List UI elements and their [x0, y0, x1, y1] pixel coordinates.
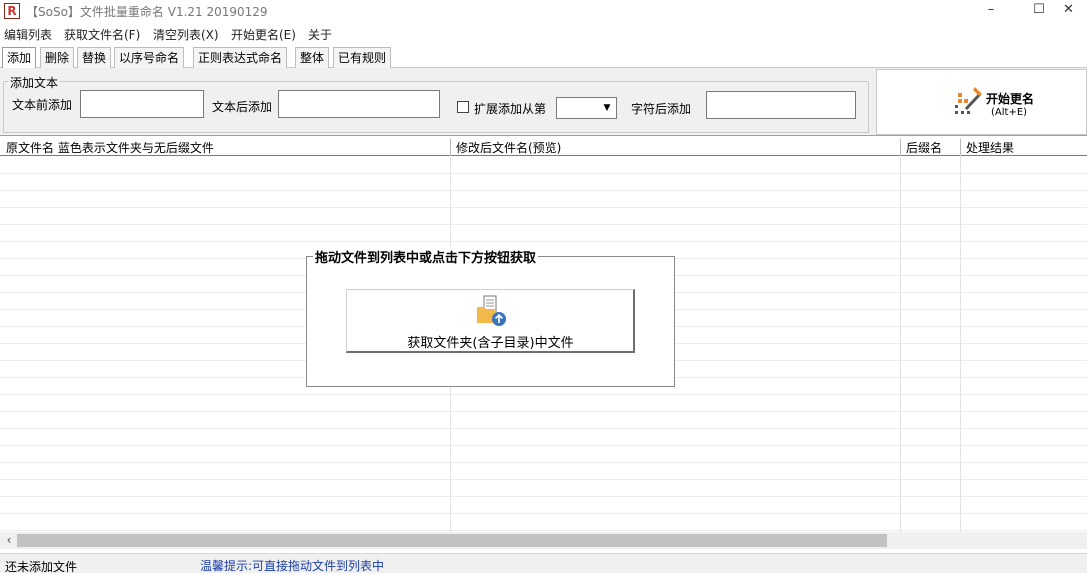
- tab-delete[interactable]: 删除: [40, 47, 75, 68]
- rename-tool-icon: [955, 87, 982, 114]
- rule-tabs: 添加 删除 替换 以序号命名 正则表达式命名 整体 已有规则: [0, 46, 1087, 69]
- start-rename-label: 开始更名: [986, 92, 1035, 106]
- expand-add-label: 扩展添加从第: [474, 102, 547, 116]
- menu-get-filenames[interactable]: 获取文件名(F): [64, 26, 140, 43]
- scroll-left-icon[interactable]: ‹: [2, 532, 16, 549]
- start-rename-shortcut: (Alt+E): [991, 107, 1028, 118]
- suffix-label: 文本后添加: [212, 100, 273, 114]
- app-logo-icon: R: [4, 3, 20, 19]
- prefix-label: 文本前添加: [12, 98, 73, 112]
- minimize-button[interactable]: –: [968, 0, 1014, 22]
- position-select[interactable]: ▼: [556, 97, 617, 119]
- window-title: 【SoSo】文件批量重命名 V1.21 20190129: [26, 5, 268, 19]
- tab-sequence-naming[interactable]: 以序号命名: [114, 47, 185, 68]
- get-folder-files-label: 获取文件夹(含子目录)中文件: [407, 336, 574, 351]
- expand-add-checkbox[interactable]: [457, 101, 469, 113]
- column-result[interactable]: 处理结果: [966, 139, 1014, 156]
- menu-clear-list[interactable]: 清空列表(X): [153, 26, 219, 43]
- menu-bar: 编辑列表 获取文件名(F) 清空列表(X) 开始更名(E) 关于: [0, 24, 1087, 44]
- menu-about[interactable]: 关于: [308, 26, 332, 43]
- prefix-text-input[interactable]: [80, 90, 204, 118]
- after-char-text-input[interactable]: [706, 91, 856, 119]
- menu-start-rename[interactable]: 开始更名(E): [231, 26, 296, 43]
- chevron-down-icon: ▼: [603, 103, 611, 113]
- status-tip: 温馨提示:可直接拖动文件到列表中: [200, 559, 385, 573]
- column-extension[interactable]: 后缀名: [906, 139, 942, 156]
- tab-whole[interactable]: 整体: [295, 47, 330, 68]
- tab-replace[interactable]: 替换: [77, 47, 112, 68]
- column-new-name[interactable]: 修改后文件名(预览): [456, 139, 561, 156]
- suffix-text-input[interactable]: [278, 90, 440, 118]
- tab-add[interactable]: 添加: [2, 47, 37, 69]
- tab-existing-rules[interactable]: 已有规则: [333, 47, 392, 68]
- tab-regex-naming[interactable]: 正则表达式命名: [193, 47, 288, 68]
- add-text-legend: 添加文本: [8, 74, 61, 91]
- scrollbar-thumb[interactable]: [17, 534, 887, 547]
- status-file-count: 还未添加文件: [5, 560, 78, 574]
- column-original-name[interactable]: 原文件名 蓝色表示文件夹与无后缀文件: [6, 139, 214, 156]
- drop-area-title: 拖动文件到列表中或点击下方按钮获取: [313, 247, 539, 266]
- status-bar: [0, 553, 1087, 573]
- after-char-label: 字符后添加: [631, 102, 692, 116]
- menu-edit-list[interactable]: 编辑列表: [4, 26, 52, 43]
- file-list-header: 原文件名 蓝色表示文件夹与无后缀文件 修改后文件名(预览) 后缀名 处理结果: [0, 138, 1087, 156]
- folder-upload-icon: [477, 295, 506, 326]
- close-button[interactable]: ✕: [1050, 0, 1087, 22]
